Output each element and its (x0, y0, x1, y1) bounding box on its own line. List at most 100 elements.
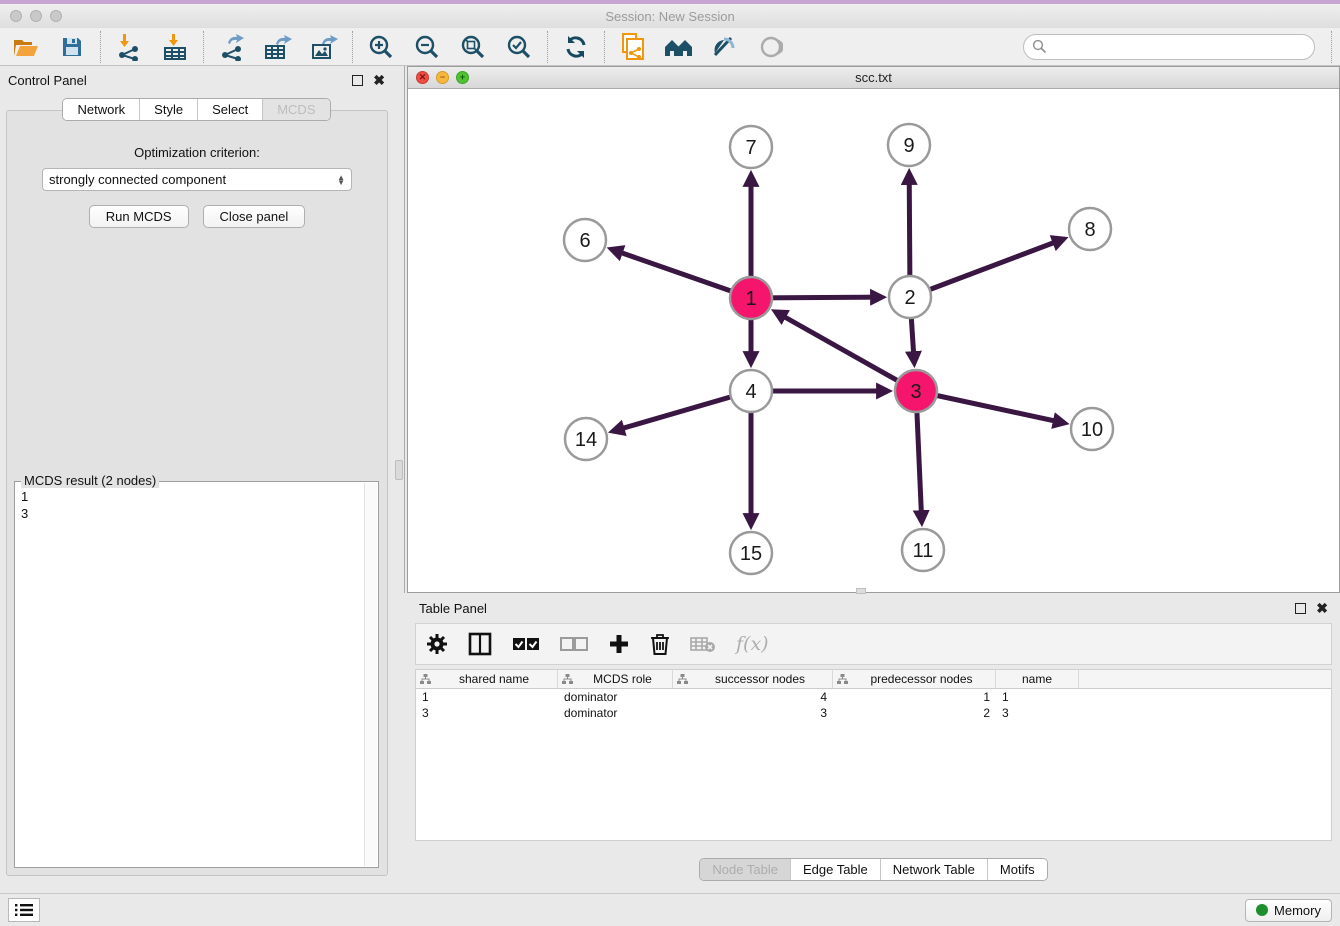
table-cell[interactable]: 1 (996, 690, 1079, 704)
import-network-icon[interactable] (111, 31, 147, 63)
graph-node-label: 2 (904, 287, 915, 309)
zoom-in-icon[interactable] (363, 31, 399, 63)
table-header-row: shared name MCDS role successor nodes pr… (416, 670, 1331, 689)
tree-icon (420, 674, 431, 685)
window-title: Session: New Session (0, 9, 1340, 24)
graph-edge-3-10[interactable] (916, 391, 1065, 423)
show-all-icon[interactable] (753, 31, 789, 63)
search-input[interactable] (1053, 39, 1306, 54)
function-builder-icon[interactable]: f(x) (736, 633, 769, 655)
table-panel-title: Table Panel (419, 601, 487, 616)
toolbar-separator (1331, 31, 1332, 63)
tab-edge-table[interactable]: Edge Table (790, 859, 880, 880)
table-cell[interactable]: 2 (833, 706, 996, 720)
table-toolbar: f(x) (415, 623, 1332, 665)
export-network-icon[interactable] (214, 31, 250, 63)
graph-node-label: 11 (913, 540, 934, 562)
main-toolbar (0, 28, 1340, 66)
table-cell[interactable]: 3 (416, 706, 558, 720)
toolbar-separator (547, 31, 548, 63)
control-panel-title: Control Panel (8, 73, 87, 88)
zoom-fit-icon[interactable] (455, 31, 491, 63)
refresh-icon[interactable] (558, 31, 594, 63)
network-view-window: ✕ − + scc.txt 7968124314101511 (407, 66, 1340, 593)
tree-icon (837, 674, 848, 685)
table-cell[interactable]: 3 (996, 706, 1079, 720)
panel-divider-grip[interactable] (395, 460, 403, 480)
result-line: 1 (21, 488, 374, 505)
column-header-shared-name[interactable]: shared name (416, 670, 558, 688)
network-window-title: scc.txt (408, 70, 1339, 85)
copy-network-icon[interactable] (615, 31, 651, 63)
graph-edge-3-1[interactable] (775, 312, 916, 391)
task-history-button[interactable] (8, 898, 40, 922)
graph-node-label: 10 (1081, 419, 1103, 441)
hide-selected-icon[interactable] (707, 31, 743, 63)
column-header-predecessor-nodes[interactable]: predecessor nodes (833, 670, 996, 688)
select-all-icon[interactable] (512, 636, 540, 652)
save-session-icon[interactable] (54, 31, 90, 63)
application-window: Session: New Session (0, 0, 1340, 926)
tab-network[interactable]: Network (63, 99, 139, 120)
graph-node-label: 1 (745, 288, 756, 310)
graph-node-label: 7 (745, 137, 756, 159)
tab-network-table[interactable]: Network Table (880, 859, 987, 880)
delete-table-icon[interactable] (690, 634, 716, 654)
open-file-icon[interactable] (8, 31, 44, 63)
table-cell[interactable]: 3 (673, 706, 833, 720)
horizontal-divider-grip[interactable] (856, 588, 866, 594)
network-graph-canvas[interactable]: 7968124314101511 (408, 89, 1339, 592)
search-field[interactable] (1023, 34, 1315, 60)
table-body: 1dominator4113dominator323 (416, 689, 1331, 721)
graph-edge-2-8[interactable] (910, 239, 1064, 297)
table-cell[interactable]: 1 (416, 690, 558, 704)
memory-button[interactable]: Memory (1245, 899, 1332, 922)
node-table: shared name MCDS role successor nodes pr… (415, 669, 1332, 841)
export-image-icon[interactable] (306, 31, 342, 63)
table-cell[interactable]: 4 (673, 690, 833, 704)
tab-mcds[interactable]: MCDS (262, 99, 329, 120)
table-columns-icon[interactable] (468, 632, 492, 656)
import-table-icon[interactable] (157, 31, 193, 63)
memory-label: Memory (1274, 903, 1321, 918)
delete-row-icon[interactable] (650, 632, 670, 656)
close-panel-button[interactable]: Close panel (203, 205, 306, 228)
tab-style[interactable]: Style (139, 99, 197, 120)
float-table-panel-icon[interactable] (1295, 603, 1306, 614)
toolbar-separator (604, 31, 605, 63)
first-neighbors-icon[interactable] (661, 31, 697, 63)
graph-node-label: 15 (740, 543, 762, 565)
deselect-all-icon[interactable] (560, 636, 588, 652)
table-row[interactable]: 1dominator411 (416, 689, 1331, 705)
search-icon (1032, 39, 1047, 54)
column-header-successor-nodes[interactable]: successor nodes (673, 670, 833, 688)
export-table-icon[interactable] (260, 31, 296, 63)
close-table-panel-icon[interactable]: ✖ (1316, 601, 1328, 615)
list-icon (15, 903, 33, 917)
control-panel-tabs: Network Style Select MCDS (0, 98, 393, 121)
table-row[interactable]: 3dominator323 (416, 705, 1331, 721)
status-bar: Memory (0, 893, 1340, 926)
tab-node-table[interactable]: Node Table (700, 859, 790, 880)
optimization-criterion-label: Optimization criterion: (7, 145, 387, 160)
table-cell[interactable]: 1 (833, 690, 996, 704)
graph-node-label: 4 (745, 381, 756, 403)
run-mcds-button[interactable]: Run MCDS (89, 205, 189, 228)
tab-select[interactable]: Select (197, 99, 262, 120)
table-settings-icon[interactable] (426, 633, 448, 655)
zoom-selected-icon[interactable] (501, 31, 537, 63)
close-panel-icon[interactable]: ✖ (373, 73, 385, 87)
column-header-name[interactable]: name (996, 670, 1079, 688)
column-header-mcds-role[interactable]: MCDS role (558, 670, 673, 688)
tab-motifs[interactable]: Motifs (987, 859, 1047, 880)
float-panel-icon[interactable] (352, 75, 363, 86)
mcds-result-text: 1 3 (15, 482, 378, 522)
zoom-out-icon[interactable] (409, 31, 445, 63)
criterion-select[interactable]: strongly connected component ▲▼ (42, 168, 352, 191)
control-panel: Control Panel ✖ Network Style Select MCD… (0, 66, 393, 890)
result-scrollbar[interactable] (364, 483, 377, 866)
result-line: 3 (21, 505, 374, 522)
table-cell[interactable]: dominator (558, 706, 673, 720)
table-cell[interactable]: dominator (558, 690, 673, 704)
add-row-icon[interactable] (608, 633, 630, 655)
